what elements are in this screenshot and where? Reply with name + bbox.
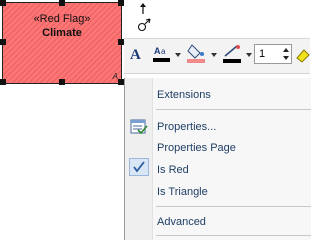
svg-text:A: A [154,46,161,56]
menu-item-properties-page[interactable]: Properties Page [157,142,236,154]
line-width-value: 1 [259,48,266,60]
font-color-icon[interactable]: A a [152,44,172,66]
line-color-icon[interactable] [222,42,244,66]
context-menu: Extensions Properties... Properties Page… [124,78,311,240]
resize-handle-bottom-left[interactable] [0,79,6,85]
menu-item-is-red[interactable]: Is Red [157,164,189,176]
shape-stereotype: «Red Flag» [33,13,91,25]
shape-name: Climate [42,27,82,39]
font-button[interactable]: A [130,46,144,68]
menu-separator [156,109,311,110]
properties-icon [130,119,148,135]
font-color-dropdown-icon[interactable] [175,53,181,57]
line-width-stepper[interactable]: 1 [254,44,292,64]
connector-icon [137,18,151,32]
menu-item-properties[interactable]: Properties... [157,121,216,133]
resize-handle-top[interactable] [59,0,65,6]
spin-down-icon[interactable] [283,56,289,60]
resize-handle-bottom[interactable] [59,79,65,85]
fill-color-icon[interactable] [186,42,208,66]
menu-separator [156,206,311,207]
svg-text:a: a [161,47,166,56]
menu-item-is-triangle[interactable]: Is Triangle [157,186,208,198]
diagram-canvas[interactable]: «Red Flag» Climate A A A a 1 Extensions … [0,0,311,240]
is-red-check-box [129,158,149,176]
menu-item-extensions[interactable]: Extensions [157,89,211,101]
checkmark-icon [133,161,145,173]
resize-handle-top-left[interactable] [0,0,6,6]
menu-separator [156,235,311,236]
quick-link-icons[interactable] [136,2,152,36]
fill-color-dropdown-icon[interactable] [211,53,217,57]
menu-item-advanced[interactable]: Advanced [157,216,206,228]
font-icon: A [130,47,141,63]
spin-up-icon[interactable] [283,48,289,52]
highlighter-icon[interactable] [296,46,310,66]
resize-handle-left[interactable] [0,39,6,45]
element-shape[interactable]: «Red Flag» Climate A [2,2,122,84]
line-color-dropdown-icon[interactable] [246,53,252,57]
resize-handle-top-right[interactable] [118,0,124,6]
arrow-up-icon [140,3,146,14]
